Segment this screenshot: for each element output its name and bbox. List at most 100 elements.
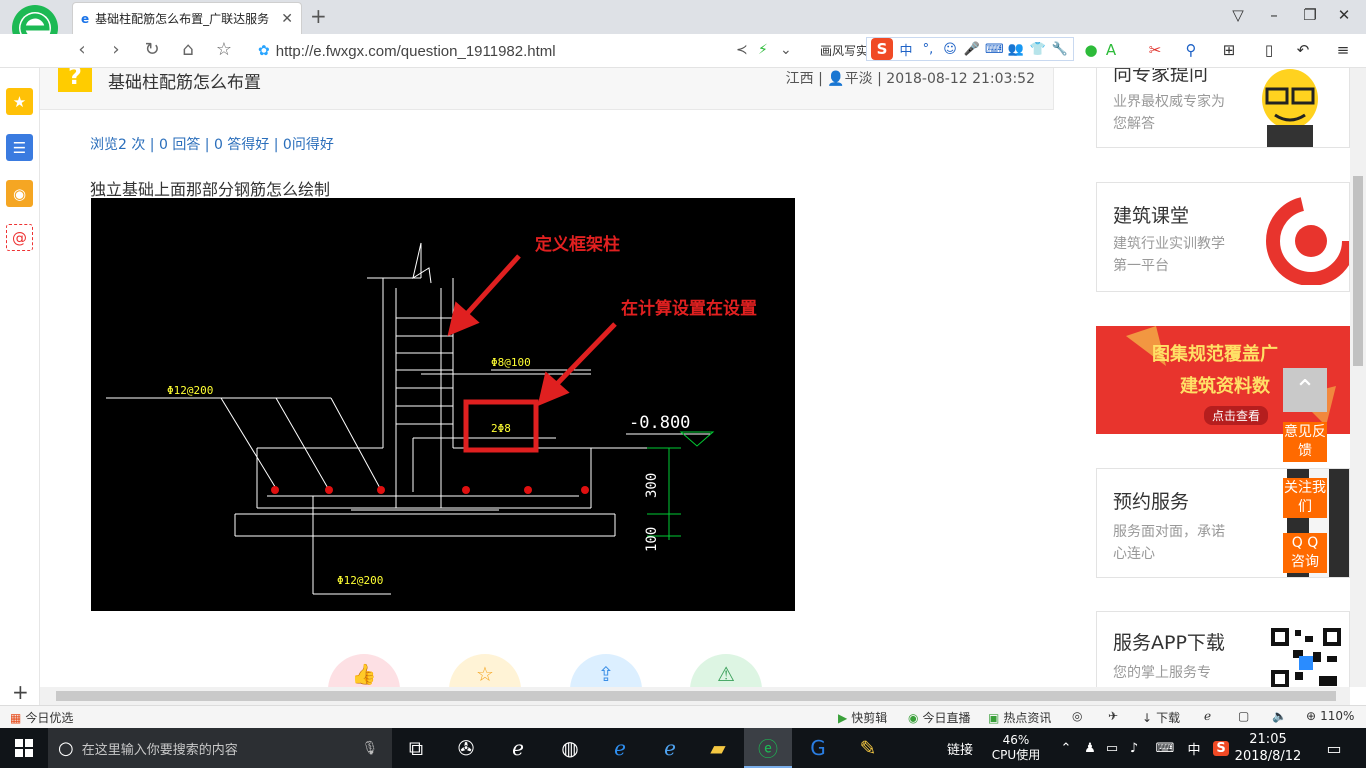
horizontal-scroll-thumb[interactable] [56, 691, 1336, 701]
site-info-icon[interactable]: ✿ [258, 43, 270, 59]
skin-shirt-icon[interactable]: 👕 [1029, 42, 1047, 57]
minimize-icon[interactable]: – [1262, 6, 1286, 24]
restore-icon[interactable]: ❐ [1298, 6, 1322, 24]
question-title: 基础柱配筋怎么布置 [108, 73, 261, 93]
sidebar-add-icon[interactable]: + [12, 680, 29, 704]
new-tab-icon[interactable]: + [310, 4, 327, 28]
thumbs-up-icon: 👍 [351, 662, 377, 686]
share-button[interactable]: ⇪ [570, 654, 642, 687]
emoji-icon[interactable]: ☺ [941, 42, 959, 57]
speedup-icon[interactable]: ◎ [1072, 709, 1082, 723]
reading-mode-icon[interactable]: ▯ [1258, 41, 1280, 59]
ie-icon[interactable]: ℯ [646, 728, 694, 768]
refresh-icon[interactable]: ↻ [138, 39, 166, 60]
undo-icon[interactable]: ↶ [1292, 41, 1314, 59]
cpu-usage[interactable]: 46% CPU使用 [984, 728, 1048, 768]
user-icon[interactable]: 👥 [1007, 42, 1025, 57]
tab-close-icon[interactable]: ✕ [281, 11, 293, 27]
search-engine-label[interactable]: 画风写实 [820, 42, 868, 59]
pin-icon[interactable]: ✈ [1108, 709, 1118, 723]
touch-keyboard-icon[interactable]: ⌨ [1152, 728, 1178, 768]
address-bar[interactable]: ✿ http://e.fwxgx.com/question_1911982.ht… [258, 38, 728, 64]
menu-icon[interactable]: ≡ [1332, 41, 1354, 59]
app-download-card[interactable]: 服务APP下载 您的掌上服务专 [1096, 611, 1350, 687]
action-center-icon[interactable]: ▭ [1316, 728, 1352, 768]
voice-icon[interactable]: 🎤 [963, 42, 981, 57]
ime-punct[interactable]: °, [919, 42, 937, 57]
browser-tab[interactable]: e 基础柱配筋怎么布置_广联达服务 ✕ [72, 2, 302, 34]
qq-consult-button[interactable]: Q Q 咨询 [1283, 533, 1327, 573]
forward-icon[interactable]: › [102, 39, 130, 60]
meta-time: 2018-08-12 21:03:52 [886, 71, 1035, 87]
apps-grid-icon[interactable]: ⊞ [1218, 41, 1240, 59]
meta-region[interactable]: 江西 [786, 71, 814, 87]
tray-link[interactable]: 链接 [940, 728, 980, 768]
mute-icon[interactable]: 🔈 [1272, 709, 1287, 723]
report-button[interactable]: ⚠ [690, 654, 762, 687]
banner-line1: 图集规范覆盖广 [1152, 344, 1278, 365]
search-icon[interactable]: ⚲ [1180, 41, 1202, 59]
edge-legacy-icon[interactable]: ℯ [494, 728, 542, 768]
like-button[interactable]: 👍 [328, 654, 400, 687]
battery-icon[interactable]: ▭ [1102, 728, 1122, 768]
notes-app-icon[interactable]: ✎ [844, 728, 892, 768]
sogou-logo-icon[interactable]: S [871, 38, 893, 60]
keyboard-icon[interactable]: ⌨ [985, 42, 1004, 57]
favorites-star-icon[interactable]: ★ [6, 88, 33, 115]
banner-cta[interactable]: 点击查看 [1204, 406, 1269, 425]
clock[interactable]: 21:05 2018/8/12 [1235, 728, 1302, 768]
task-view-icon[interactable]: ⧉ [392, 728, 440, 768]
taskbar-search-box[interactable]: ○ 在这里输入你要搜索的内容 🎙 [48, 728, 392, 768]
meta-user[interactable]: 平淡 [845, 71, 873, 87]
downloads[interactable]: ↓ 下载 [1142, 709, 1180, 726]
vertical-scroll-thumb[interactable] [1353, 176, 1363, 366]
glodon-app-icon[interactable]: G [794, 728, 842, 768]
tray-expand-icon[interactable]: ⌃ [1056, 728, 1076, 768]
360-safe-icon[interactable]: ◍ [546, 728, 594, 768]
back-icon[interactable]: ‹ [68, 39, 96, 60]
screenshot-icon[interactable]: ✂ [1144, 41, 1166, 59]
360-browser-taskbar-icon[interactable]: ⓔ [744, 728, 792, 768]
horizontal-scrollbar[interactable] [40, 687, 1350, 705]
course-card[interactable]: 建筑课堂 建筑行业实训教学第一平台 [1096, 182, 1350, 292]
start-button[interactable] [0, 728, 48, 768]
close-window-icon[interactable]: ✕ [1332, 6, 1356, 24]
mode-dropdown-icon[interactable]: ⌄ [780, 42, 792, 58]
edge-icon[interactable]: ℯ [596, 728, 644, 768]
ime-toolbar[interactable]: S 中 °, ☺ 🎤 ⌨ 👥 👕 🔧 [866, 37, 1074, 61]
tray-ime[interactable]: 中 [1182, 728, 1206, 768]
feedback-button[interactable]: 意见反馈 [1283, 422, 1327, 462]
window-icon[interactable]: ▢ [1238, 709, 1249, 723]
back-to-top-button[interactable]: ⌃ [1283, 368, 1327, 412]
ask-expert-card[interactable]: 向专家提问 业界最权威专家为您解答 [1096, 68, 1350, 148]
extension-icon[interactable]: ● [1080, 41, 1102, 59]
news-list-icon[interactable]: ☰ [6, 134, 33, 161]
live-today[interactable]: ◉ 今日直播 [908, 709, 971, 726]
fan-app-icon[interactable]: ✇ [442, 728, 490, 768]
arrow-up-icon: ⌃ [1294, 375, 1316, 405]
hot-news[interactable]: ▣ 热点资讯 [988, 709, 1051, 726]
ie-mode-icon[interactable]: ℯ [1204, 709, 1211, 723]
weibo-icon[interactable]: ◉ [6, 180, 33, 207]
volume-icon[interactable]: ♪ [1124, 728, 1144, 768]
follow-us-button[interactable]: 关注我们 [1283, 478, 1327, 518]
translate-icon[interactable]: A [1100, 41, 1122, 59]
microphone-icon[interactable]: 🎙 [361, 741, 378, 756]
today-picks[interactable]: ▦ 今日优选 [10, 709, 73, 726]
tools-wrench-icon[interactable]: 🔧 [1051, 42, 1069, 57]
share-icon[interactable]: ≺ [736, 42, 748, 58]
favorite-button[interactable]: ☆ [449, 654, 521, 687]
file-explorer-icon[interactable]: ▰ [694, 728, 742, 768]
quick-edit[interactable]: ▶ 快剪辑 [838, 709, 887, 726]
zoom-level[interactable]: ⊕ 110% [1306, 709, 1354, 723]
skin-icon[interactable]: ▽ [1226, 6, 1250, 24]
ime-mode[interactable]: 中 [897, 40, 915, 59]
home-icon[interactable]: ⌂ [174, 39, 202, 60]
vertical-scrollbar[interactable] [1350, 68, 1366, 687]
url-text[interactable]: http://e.fwxgx.com/question_1911982.html [276, 43, 556, 60]
speed-mode-icon[interactable]: ⚡ [758, 42, 768, 58]
notification-bell-icon[interactable]: ♟ [1080, 728, 1100, 768]
bookmark-star-icon[interactable]: ☆ [210, 39, 238, 60]
sogou-tray-icon[interactable]: S [1208, 728, 1234, 768]
email-icon[interactable]: @ [6, 224, 33, 251]
